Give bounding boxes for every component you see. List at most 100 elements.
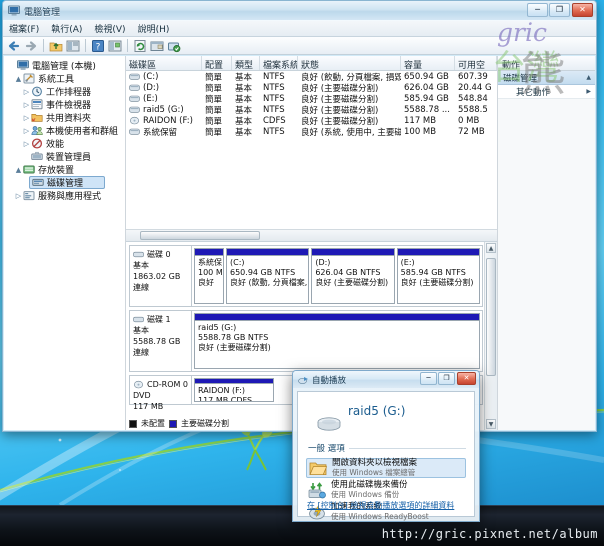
scrollbar-thumb[interactable] — [140, 231, 260, 240]
volume-list-header: 磁碟區 配置 類型 檔案系統 狀態 容量 可用空 — [126, 56, 497, 71]
chevron-up-icon[interactable]: ▲ — [586, 74, 591, 81]
tree-item-task-scheduler[interactable]: ▷ 工作排程器 — [6, 85, 125, 98]
console-tree-pane[interactable]: 電腦管理 (本機) ▲ 系統工具 ▷ 工作排程器 ▷ 事件檢視器 ▷ 共用資料夾… — [4, 56, 126, 430]
autoplay-control-panel-link[interactable]: 在 [控制台] 檢視自動播放選項的詳細資料 — [307, 500, 454, 511]
tree-item-shared-folders[interactable]: ▷ 共用資料夾 — [6, 111, 125, 125]
table-row[interactable]: raid5 (G:) 簡單 基本 NTFS 良好 (主要磁碟分割) 5588.7… — [126, 104, 497, 116]
partition-f-raidon[interactable]: RAIDON (F:) 117 MB CDFS — [194, 378, 274, 402]
partition-system-reserved[interactable]: 系統保 100 M 良好 — [194, 248, 224, 304]
partition-e[interactable]: (E:) 585.94 GB NTFS 良好 (主要磁碟分割) — [396, 248, 480, 304]
partition-d[interactable]: (D:) 626.04 GB NTFS 良好 (主要磁碟分割) — [311, 248, 395, 304]
computer-management-icon — [8, 5, 20, 16]
up-folder-icon[interactable] — [49, 39, 63, 53]
disk-label-cdrom0: CD-ROM 0 DVD 117 MB — [130, 376, 192, 411]
partition-color-bar — [397, 249, 479, 256]
partition-status: 良好 (主要磁碟分割) — [400, 278, 474, 287]
autoplay-option-backup[interactable]: 使用此磁碟機來備份 使用 Windows 備份 — [306, 480, 466, 500]
menu-file[interactable]: 檔案(F) — [9, 22, 39, 35]
disk-block-1[interactable]: 磁碟 1 基本 5588.78 GB 連線 raid5 (G:) 5588.78… — [129, 310, 483, 372]
maximize-button[interactable]: ❐ — [549, 3, 570, 17]
table-row[interactable]: RAIDON (F:) 簡單 基本 CDFS 良好 (主要磁碟分割) 117 M… — [126, 115, 497, 127]
table-row[interactable]: 系統保留 簡單 基本 NTFS 良好 (系統, 使用中, 主要磁碟分割) 100… — [126, 126, 497, 138]
close-button[interactable]: ✕ — [572, 3, 593, 17]
autoplay-close-button[interactable]: ✕ — [457, 372, 476, 385]
tree-item-computer-management[interactable]: 電腦管理 (本機) — [6, 59, 125, 72]
volume-icon — [129, 106, 140, 113]
tree-expander[interactable]: ▲ — [14, 166, 23, 174]
cell-volume: (E:) — [126, 94, 202, 104]
tree-expander[interactable]: ▷ — [22, 101, 31, 109]
col-layout[interactable]: 配置 — [202, 56, 232, 70]
menu-help[interactable]: 說明(H) — [138, 22, 170, 35]
forward-icon[interactable] — [24, 39, 38, 53]
table-row[interactable]: (E:) 簡單 基本 NTFS 良好 (主要磁碟分割) 585.94 GB 54… — [126, 93, 497, 105]
partition-size: 626.04 GB NTFS — [315, 268, 381, 277]
volume-name: RAIDON (F:) — [143, 115, 193, 126]
table-row[interactable]: (D:) 簡單 基本 NTFS 良好 (主要磁碟分割) 626.04 GB 20… — [126, 82, 497, 94]
properties-window-icon[interactable] — [108, 39, 122, 53]
scrollbar-thumb[interactable] — [486, 258, 496, 376]
menu-action[interactable]: 執行(A) — [51, 22, 82, 35]
tree-expander[interactable]: ▷ — [22, 114, 31, 122]
volume-list-hscrollbar[interactable] — [126, 229, 497, 241]
toolbar: ? — [3, 37, 596, 55]
tree-item-label: 磁碟管理 — [47, 179, 84, 189]
col-filesystem[interactable]: 檔案系統 — [260, 56, 298, 70]
tree-item-event-viewer[interactable]: ▷ 事件檢視器 — [6, 98, 125, 111]
partition-size: 650.94 GB NTFS — [230, 268, 296, 277]
tree-item-label: 裝置管理員 — [46, 153, 92, 163]
partition-c[interactable]: (C:) 650.94 GB NTFS 良好 (飲動, 分頁檔案, — [226, 248, 310, 304]
disk-block-0[interactable]: 磁碟 0 基本 1863.02 GB 連線 系統保 100 M 良好 (C:) … — [129, 245, 483, 307]
tree-item-storage[interactable]: ▲ 存放裝置 — [6, 163, 125, 176]
scroll-down-arrow[interactable]: ▼ — [486, 419, 496, 429]
partition-size: 585.94 GB NTFS — [400, 268, 466, 277]
window-titlebar[interactable]: 電腦管理 ─ ❐ ✕ — [3, 1, 596, 21]
menu-view[interactable]: 檢視(V) — [94, 22, 125, 35]
col-free-space[interactable]: 可用空 — [455, 56, 497, 70]
back-icon[interactable] — [7, 39, 21, 53]
rescan-disks-icon[interactable] — [167, 39, 181, 53]
disk-name: 磁碟 1 — [147, 315, 171, 324]
tree-expander[interactable]: ▲ — [14, 75, 23, 83]
disk-view-vscrollbar[interactable]: ▲ ▼ — [484, 242, 497, 430]
col-status[interactable]: 狀態 — [298, 56, 401, 70]
export-list-icon[interactable] — [150, 39, 164, 53]
scroll-up-arrow[interactable]: ▲ — [486, 243, 496, 253]
autoplay-maximize-button[interactable]: ❐ — [438, 372, 455, 385]
refresh-icon[interactable] — [133, 39, 147, 53]
disk-size: 5588.78 GB — [133, 337, 181, 346]
tree-item-local-users-groups[interactable]: ▷ 本機使用者和群組 — [6, 124, 125, 137]
action-group-disk-management[interactable]: 磁碟管理 ▲ — [498, 71, 595, 85]
col-volume[interactable]: 磁碟區 — [126, 56, 202, 70]
help-icon[interactable]: ? — [91, 39, 105, 53]
col-type[interactable]: 類型 — [232, 56, 260, 70]
disk-type: 基本 — [133, 326, 149, 335]
tree-item-services-applications[interactable]: ▷ 服務與應用程式 — [6, 189, 125, 202]
partition-g-raid5[interactable]: raid5 (G:) 5588.78 GB NTFS 良好 (主要磁碟分割) — [194, 313, 480, 369]
partition-text: (E:) 585.94 GB NTFS 良好 (主要磁碟分割) — [398, 256, 479, 290]
cell-volume: raid5 (G:) — [126, 105, 202, 115]
col-capacity[interactable]: 容量 — [401, 56, 455, 70]
volume-list[interactable]: (C:) 簡單 基本 NTFS 良好 (飲動, 分頁檔案, 損毀傾印, 主要磁碟… — [126, 71, 497, 241]
table-row[interactable]: (C:) 簡單 基本 NTFS 良好 (飲動, 分頁檔案, 損毀傾印, 主要磁碟… — [126, 71, 497, 83]
minimize-button[interactable]: ─ — [527, 3, 548, 17]
tree-item-performance[interactable]: ▷ 效能 — [6, 137, 125, 150]
tree-item-device-manager[interactable]: 裝置管理員 — [6, 150, 125, 163]
services-apps-icon — [23, 191, 35, 201]
tree-item-system-tools[interactable]: ▲ 系統工具 — [6, 72, 125, 85]
show-hide-console-tree-icon[interactable] — [66, 39, 80, 53]
tree-item-disk-management[interactable]: 磁碟管理 — [29, 176, 105, 189]
autoplay-titlebar[interactable]: 自動播放 ─ ❐ ✕ — [293, 371, 479, 388]
autoplay-minimize-button[interactable]: ─ — [420, 372, 437, 385]
chevron-right-icon[interactable]: ▶ — [586, 88, 591, 95]
autoplay-option-open-folder[interactable]: 開啟資料夾以檢視檔案 使用 Windows 檔案總管 — [306, 458, 466, 478]
autoplay-option-text: 開啟資料夾以檢視檔案 使用 Windows 檔案總管 — [332, 459, 417, 478]
tree-expander[interactable]: ▷ — [22, 127, 31, 135]
autoplay-option-subtitle: 使用 Windows 檔案總管 — [332, 468, 416, 477]
disk-type: 基本 — [133, 261, 149, 270]
tree-expander[interactable]: ▷ — [22, 88, 31, 96]
action-more-actions[interactable]: 其它動作 ▶ — [498, 85, 595, 99]
tree-expander[interactable]: ▷ — [22, 140, 31, 148]
tree-item-label: 共用資料夾 — [46, 114, 92, 124]
tree-expander[interactable]: ▷ — [14, 192, 23, 200]
